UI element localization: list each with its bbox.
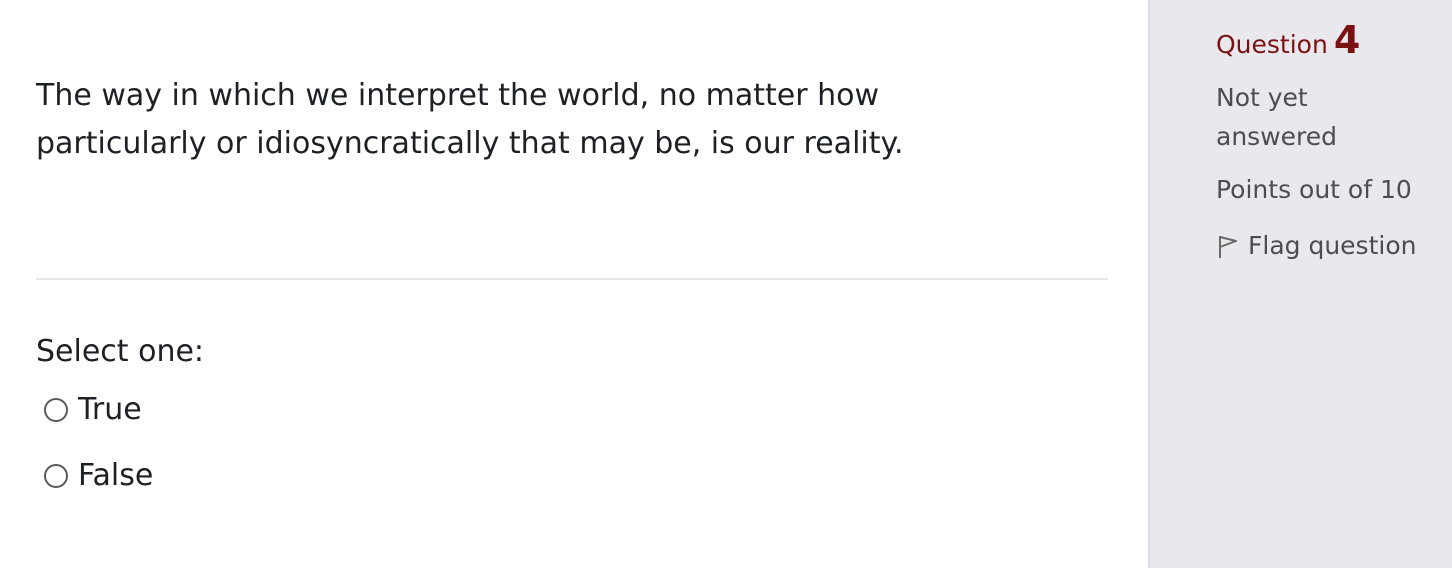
question-state: Not yet answered — [1216, 83, 1337, 151]
question-points: Points out of 10 — [1216, 175, 1412, 204]
option-false-label: False — [78, 458, 154, 493]
question-content: The way in which we interpret the world,… — [0, 0, 1148, 568]
question-heading: Question 4 — [1216, 18, 1360, 62]
flag-question-link[interactable]: Flag question — [1216, 228, 1416, 264]
option-true-label: True — [78, 392, 142, 427]
flag-question-label[interactable]: Flag question — [1248, 228, 1416, 264]
radio-true[interactable] — [44, 398, 68, 422]
radio-false[interactable] — [44, 464, 68, 488]
flag-outline-icon[interactable] — [1216, 232, 1240, 260]
question-number: 4 — [1333, 18, 1361, 62]
quiz-page: The way in which we interpret the world,… — [0, 0, 1452, 568]
option-false[interactable]: False — [44, 456, 153, 496]
answer-prompt: Select one: — [36, 334, 205, 369]
divider — [36, 278, 1108, 280]
option-true[interactable]: True — [44, 390, 142, 430]
question-text: The way in which we interpret the world,… — [36, 78, 904, 161]
question-info-panel: Question 4 Not yet answered Points out of… — [1148, 0, 1452, 568]
question-heading-label: Question — [1216, 30, 1328, 59]
